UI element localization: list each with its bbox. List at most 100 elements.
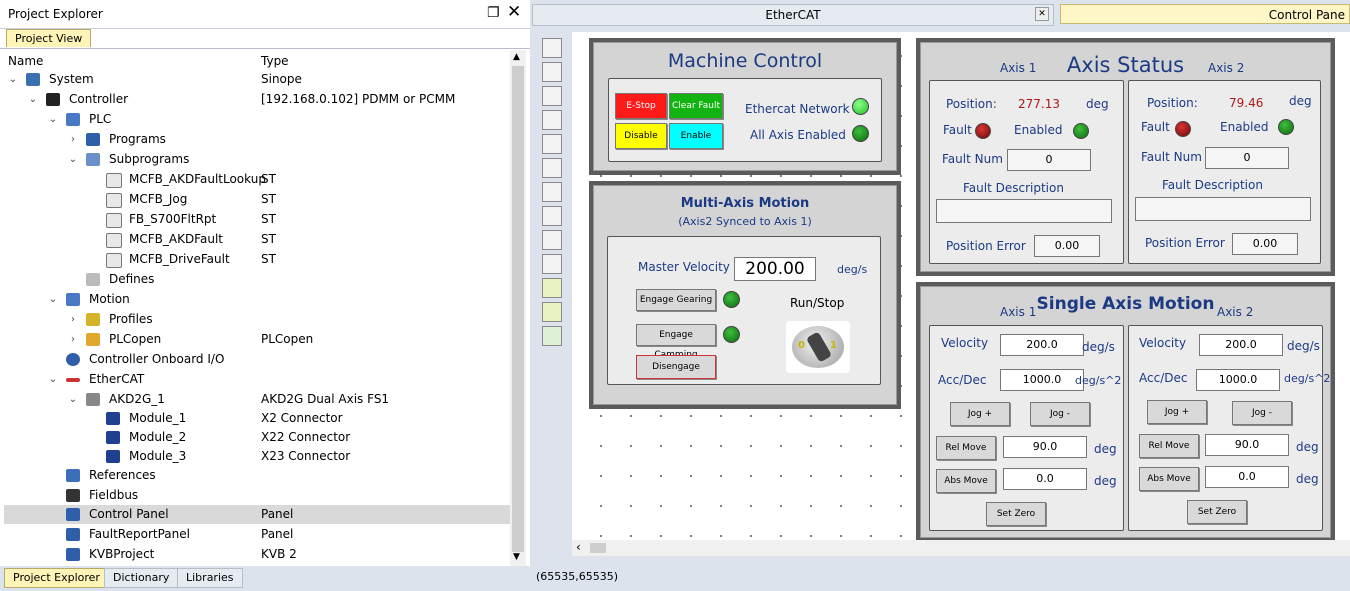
tree-item-defines[interactable]: Defines [4,270,512,289]
tree-scroll-thumb[interactable] [512,66,524,552]
tree-item-plc[interactable]: ⌄ PLC [4,110,512,129]
align-top-icon[interactable] [542,110,562,130]
tree-item-references[interactable]: References [4,466,512,485]
disengage-button[interactable]: Disengage [636,355,716,379]
engage-camming-button[interactable]: Engage Camming [636,324,716,360]
axis2-jog-minus-button[interactable]: Jog - [1232,401,1292,425]
tree-item-profiles[interactable]: › Profiles [4,310,512,329]
all-axis-enabled-label: All Axis Enabled [750,128,846,142]
tree-item-akd2g[interactable]: ⌄ AKD2G_1 AKD2G Dual Axis FS1 [4,390,512,409]
axis2-velocity-input[interactable]: 200.0 [1199,334,1283,356]
enable-button[interactable]: Enable [669,123,723,149]
float-icon[interactable]: ❐ [487,5,500,21]
project-tree: ⌄ System Sinope ⌄ Controller [192.168.0.102]… [4,69,512,585]
center-vertical-icon[interactable] [542,182,562,202]
axis1-rel-move-button[interactable]: Rel Move [936,436,996,460]
axis1-velocity-label: Velocity [941,336,989,350]
axis2-set-zero-button[interactable]: Set Zero [1187,500,1247,524]
tree-item-module-1[interactable]: Module_1 X2 Connector [4,409,512,428]
same-width-icon[interactable] [542,206,562,226]
tree-item-mcfb-akdfaultlookup[interactable]: MCFB_AKDFaultLookup ST [4,170,512,189]
axis1-rel-move-input[interactable]: 90.0 [1003,436,1087,458]
axis2-rel-move-button[interactable]: Rel Move [1139,434,1199,458]
send-back-icon[interactable] [542,302,562,322]
tree-item-faultreportpanel[interactable]: FaultReportPanel Panel [4,525,512,544]
run-stop-switch[interactable]: 0 1 [786,321,850,373]
tree-item-system[interactable]: ⌄ System Sinope [4,70,512,89]
axis-status-panel: Axis Status Axis 1 Axis 2 Position: 277.… [916,38,1335,276]
axis-status-axis2-label: Axis 2 [1208,61,1245,75]
tree-item-mcfb-jog[interactable]: MCFB_Jog ST [4,190,512,209]
multi-axis-motion-panel: Multi-Axis Motion (Axis2 Synced to Axis … [589,181,901,409]
axis2-accdec-input[interactable]: 1000.0 [1196,369,1280,391]
axis2-abs-move-input[interactable]: 0.0 [1205,466,1289,488]
axis2-jog-plus-button[interactable]: Jog + [1147,400,1207,424]
tree-item-controller[interactable]: ⌄ Controller [192.168.0.102] PDMM or PCMM [4,90,512,109]
column-header-type[interactable]: Type [261,54,289,68]
tree-item-subprograms[interactable]: ⌄ Subprograms [4,150,512,169]
align-right-icon[interactable] [542,86,562,106]
tree-item-module-2[interactable]: Module_2 X22 Connector [4,428,512,447]
clear-fault-button[interactable]: Clear Fault [669,93,723,119]
close-icon[interactable]: ✕ [507,2,521,22]
same-height-icon[interactable] [542,230,562,250]
tab-ethercat[interactable]: EtherCAT [532,4,1054,26]
axis1-enabled-led [1073,123,1089,139]
axis2-position-label: Position: [1147,96,1198,110]
axis1-enabled-label: Enabled [1014,123,1063,137]
scroll-down-icon[interactable]: ▼ [513,552,520,562]
axis2-fault-led [1175,121,1191,137]
tab-dictionary[interactable]: Dictionary [104,568,179,588]
tree-item-module-3[interactable]: Module_3 X23 Connector [4,447,512,466]
scroll-left-icon[interactable]: ‹ [576,540,581,554]
tree-item-mcfb-akdfault[interactable]: MCFB_AKDFault ST [4,230,512,249]
select-tool-icon[interactable] [542,38,562,58]
tab-project-explorer[interactable]: Project Explorer [4,568,109,588]
bring-front-icon[interactable] [542,278,562,298]
axis2-position-unit: deg [1289,94,1312,108]
same-size-icon[interactable] [542,254,562,274]
tab-project-view[interactable]: Project View [6,29,92,47]
axis2-position-error-label: Position Error [1145,236,1225,250]
column-header-name[interactable]: Name [8,54,43,68]
tree-item-control-panel[interactable]: Control Panel Panel [4,505,512,524]
scroll-up-icon[interactable]: ▲ [513,52,520,62]
tree-item-fieldbus[interactable]: Fieldbus [4,486,512,505]
master-velocity-input[interactable]: 200.00 [734,257,816,281]
tree-item-kvbproject[interactable]: KVBProject KVB 2 [4,545,512,564]
tree-item-onboard-io[interactable]: Controller Onboard I/O [4,350,512,369]
axis1-velocity-input[interactable]: 200.0 [1000,334,1084,356]
axis-status-title: Axis Status [1066,53,1185,77]
tree-item-motion[interactable]: ⌄ Motion [4,290,512,309]
axis1-set-zero-button[interactable]: Set Zero [986,502,1046,526]
axis2-fault-label: Fault [1141,120,1170,134]
axis2-rel-move-input[interactable]: 90.0 [1205,434,1289,456]
estop-button[interactable]: E-Stop [615,93,667,119]
axis1-accdec-input[interactable]: 1000.0 [1000,369,1084,391]
canvas-horizontal-scrollbar[interactable]: ‹ [572,540,1350,556]
axis1-abs-move-input[interactable]: 0.0 [1003,468,1087,490]
multi-axis-group: Master Velocity 200.00 deg/s Engage Gear… [607,236,881,385]
axis1-abs-move-button[interactable]: Abs Move [936,469,996,493]
tab-order-icon[interactable] [542,326,562,346]
center-horizontal-icon[interactable] [542,158,562,178]
tab-control-panel[interactable]: Control Pane [1060,4,1350,24]
tree-item-plcopen[interactable]: › PLCopen PLCopen [4,330,512,349]
axis2-abs-move-button[interactable]: Abs Move [1139,467,1199,491]
divider [0,48,530,49]
tree-item-ethercat[interactable]: ⌄ EtherCAT [4,370,512,389]
tree-item-programs[interactable]: › Programs [4,130,512,149]
disable-button[interactable]: Disable [615,123,667,149]
axis1-fault-num-field: 0 [1007,149,1091,171]
close-tab-icon[interactable]: ✕ [1035,7,1049,21]
align-left-icon[interactable] [542,62,562,82]
axis1-jog-plus-button[interactable]: Jog + [950,402,1010,426]
tree-item-fb-s700fltrpt[interactable]: FB_S700FltRpt ST [4,210,512,229]
tree-item-mcfb-drivefault[interactable]: MCFB_DriveFault ST [4,250,512,269]
gearing-led [723,291,740,308]
align-bottom-icon[interactable] [542,134,562,154]
canvas-scroll-thumb[interactable] [590,543,606,553]
tab-libraries[interactable]: Libraries [177,568,243,588]
engage-gearing-button[interactable]: Engage Gearing [636,289,716,311]
axis1-jog-minus-button[interactable]: Jog - [1030,402,1090,426]
